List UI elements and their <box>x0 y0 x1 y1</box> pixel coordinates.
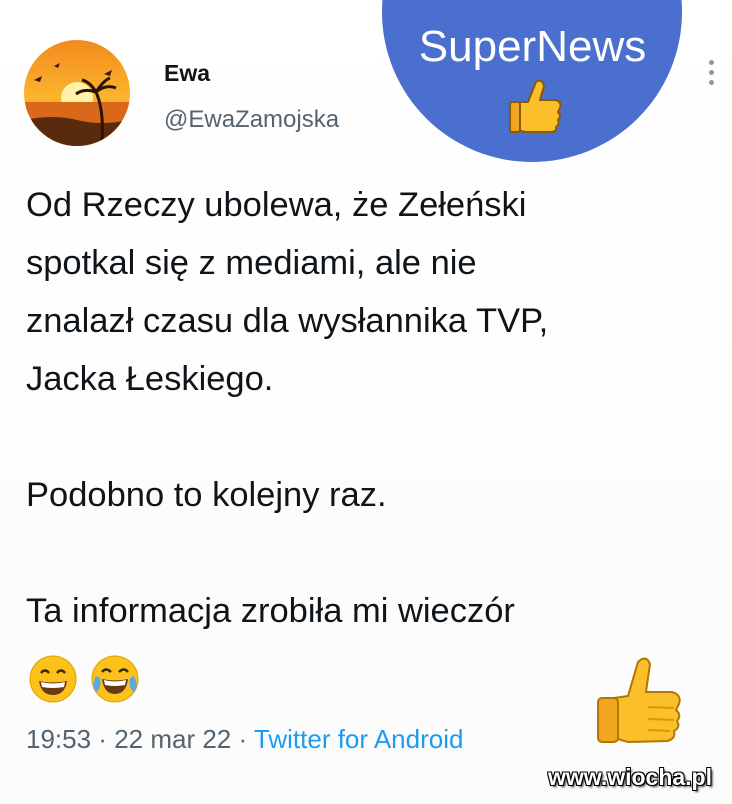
sunset-avatar-image <box>24 40 130 146</box>
user-handle[interactable]: @EwaZamojska <box>164 106 339 134</box>
watermark: www.wiocha.pl <box>548 764 712 790</box>
thumbs-up-icon <box>509 79 562 133</box>
thumbs-up-icon <box>597 657 681 744</box>
tweet-line: Podobno to kolejny raz. <box>26 476 387 514</box>
tears-of-joy-icon <box>91 655 139 703</box>
tweet-meta: 19:53 · 22 mar 22 · Twitter for Android <box>26 724 463 755</box>
supernews-label: SuperNews <box>418 22 647 71</box>
tweet-line: Od Rzeczy ubolewa, że Zełeński <box>26 186 527 224</box>
tweet-line: Ta informacja zrobiła mi wieczór <box>26 592 515 630</box>
tweet-date[interactable]: 22 mar 22 <box>114 724 231 754</box>
meta-separator: · <box>231 724 254 754</box>
tweet-line: Jacka Łeskiego. <box>26 360 274 398</box>
more-options-icon[interactable] <box>705 60 717 90</box>
tweet-text: Od Rzeczy ubolewa, że Zełeński spotkal s… <box>26 176 716 640</box>
meta-separator: · <box>91 724 115 754</box>
tweet-line: spotkal się z mediami, ale nie <box>26 244 477 282</box>
tweet-source-link[interactable]: Twitter for Android <box>254 724 464 754</box>
tweet-line: znalazł czasu dla wysłannika TVP, <box>26 302 549 340</box>
grinning-face-icon <box>29 655 77 703</box>
tweet-screenshot: Ewa @EwaZamojska SuperNews Od Rzeczy ubo… <box>0 0 732 804</box>
avatar[interactable] <box>24 40 130 146</box>
tweet-time[interactable]: 19:53 <box>26 724 91 754</box>
display-name[interactable]: Ewa <box>164 60 210 87</box>
